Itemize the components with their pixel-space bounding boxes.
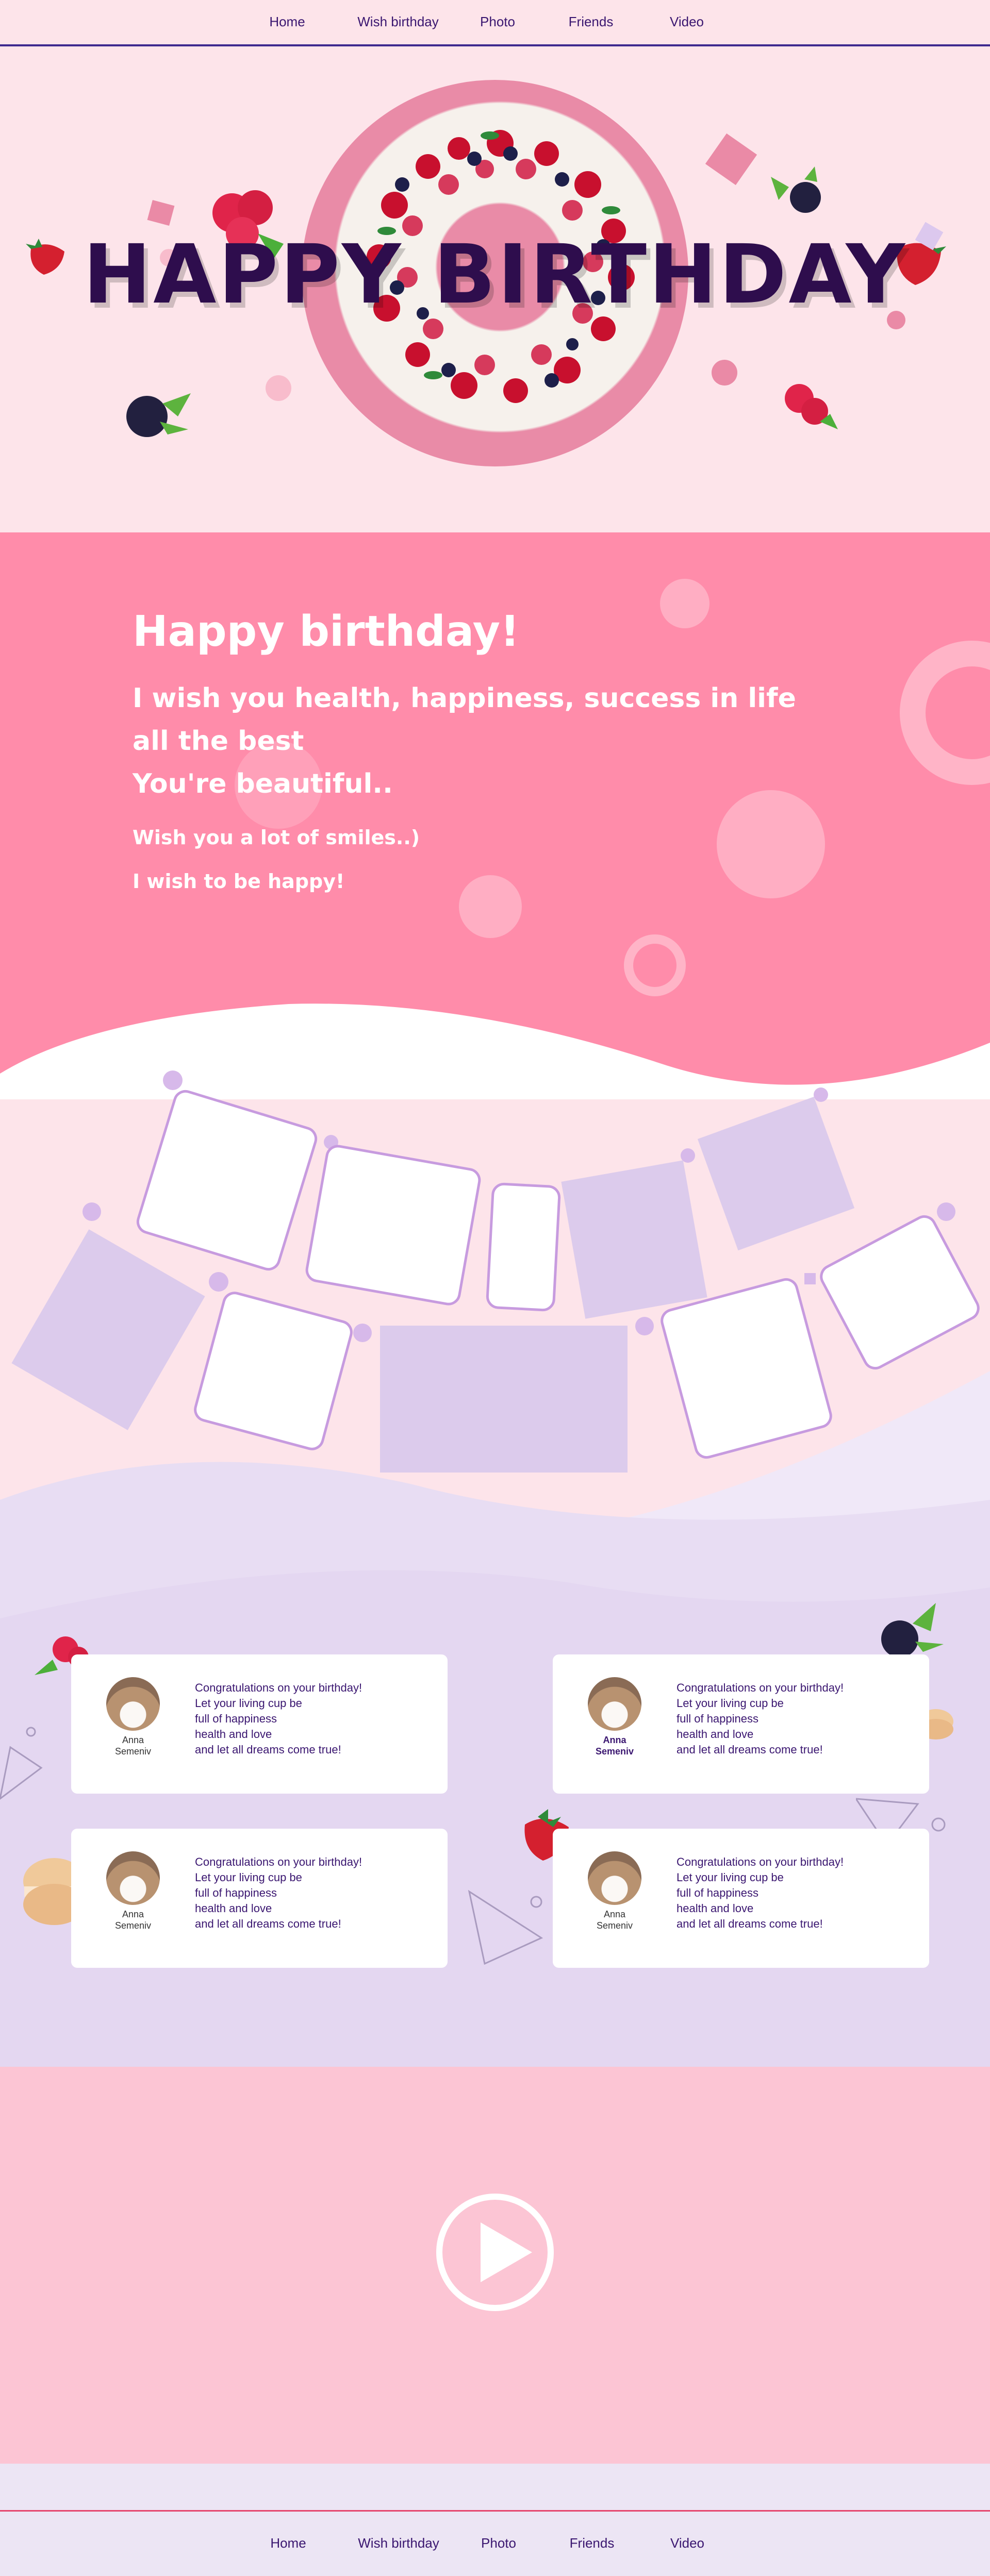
friend-message: Congratulations on your birthday! Let yo… bbox=[195, 1855, 362, 1930]
friend-message: Congratulations on your birthday! Let yo… bbox=[676, 1855, 844, 1930]
dot-decor bbox=[353, 1324, 372, 1342]
photo-frame[interactable] bbox=[485, 1182, 562, 1312]
hero-section: HAPPY BIRTHDAY bbox=[0, 48, 990, 532]
nav-home-link[interactable]: Home bbox=[270, 2535, 306, 2551]
friend-name: Anna Semeniv bbox=[114, 1735, 152, 1757]
nav-wish-birthday-link[interactable]: Wish birthday bbox=[358, 2535, 439, 2551]
dot-decor bbox=[814, 1088, 828, 1102]
avatar bbox=[106, 1851, 160, 1905]
dot-decor bbox=[266, 375, 291, 401]
party-hat-sketch-icon bbox=[0, 1727, 43, 1800]
avatar bbox=[588, 1677, 641, 1731]
friend-card: Anna Semeniv Congratulations on your bir… bbox=[71, 1829, 448, 1968]
square-decor bbox=[147, 199, 175, 226]
photo-section bbox=[0, 979, 990, 1634]
friends-section: Anna Semeniv Congratulations on your bir… bbox=[0, 1551, 990, 2067]
dot-decor bbox=[712, 360, 737, 386]
nav-photo-link[interactable]: Photo bbox=[480, 14, 515, 30]
avatar bbox=[106, 1677, 160, 1731]
avatar bbox=[588, 1851, 641, 1905]
friend-card: Anna Semeniv Congratulations on your bir… bbox=[553, 1829, 929, 1968]
photo-placeholder[interactable] bbox=[380, 1326, 628, 1473]
nav-video-link[interactable]: Video bbox=[670, 14, 704, 30]
dot-decor bbox=[163, 1070, 183, 1090]
party-hat-sketch-icon bbox=[468, 1889, 543, 1965]
friend-message: Congratulations on your birthday! Let yo… bbox=[195, 1681, 362, 1756]
square-decor bbox=[804, 1273, 816, 1284]
photo-placeholder[interactable] bbox=[561, 1160, 707, 1319]
nav-friends-link[interactable]: Friends bbox=[570, 2535, 615, 2551]
video-section bbox=[0, 2067, 990, 2464]
friend-card: Anna Semeniv Congratulations on your bir… bbox=[71, 1654, 448, 1794]
dot-decor bbox=[209, 1272, 228, 1292]
friend-card: Anna Semeniv Congratulations on your bir… bbox=[553, 1654, 929, 1794]
nav-video-link[interactable]: Video bbox=[670, 2535, 704, 2551]
wave-top bbox=[0, 1551, 990, 1618]
dot-decor bbox=[635, 1317, 654, 1335]
square-decor bbox=[705, 133, 757, 186]
photo-frame[interactable] bbox=[303, 1143, 483, 1308]
blackberry-icon bbox=[771, 166, 821, 213]
bottom-nav: Home Wish birthday Photo Friends Video bbox=[0, 2510, 990, 2576]
dot-decor bbox=[82, 1202, 101, 1221]
raspberry-icon bbox=[785, 384, 838, 429]
friend-name: Anna Semeniv bbox=[596, 1909, 633, 1931]
play-button-icon[interactable] bbox=[436, 2194, 554, 2311]
dot-decor bbox=[937, 1202, 955, 1221]
friend-name: Anna Semeniv bbox=[114, 1909, 152, 1931]
blackberry-icon bbox=[126, 393, 191, 437]
friend-name: Anna Semeniv bbox=[595, 1735, 634, 1757]
blackberry-icon bbox=[881, 1603, 944, 1658]
nav-friends-link[interactable]: Friends bbox=[569, 14, 614, 30]
nav-wish-birthday-link[interactable]: Wish birthday bbox=[357, 14, 439, 30]
nav-home-link[interactable]: Home bbox=[269, 14, 305, 30]
hero-title: HAPPY BIRTHDAY bbox=[82, 227, 908, 322]
footer-spacer bbox=[0, 2464, 990, 2510]
top-nav: Home Wish birthday Photo Friends Video bbox=[0, 0, 990, 46]
nav-photo-link[interactable]: Photo bbox=[481, 2535, 516, 2551]
friend-message: Congratulations on your birthday! Let yo… bbox=[676, 1681, 844, 1756]
